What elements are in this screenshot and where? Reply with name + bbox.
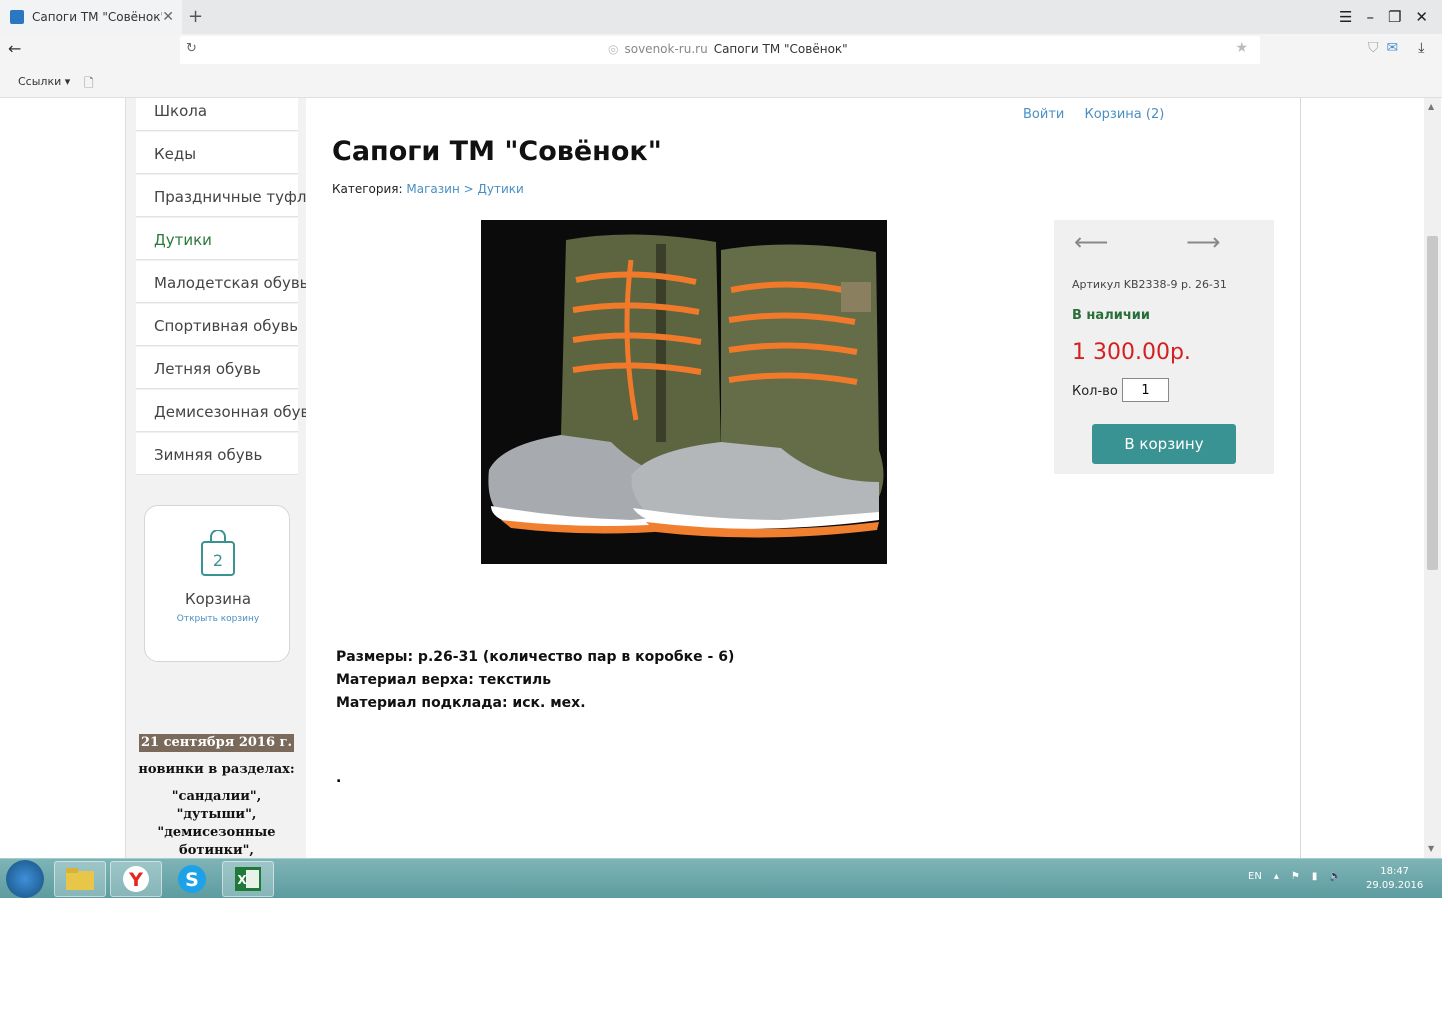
content-border <box>1300 98 1301 858</box>
taskbar-skype-icon[interactable]: S <box>166 861 218 897</box>
tab-title: Сапоги ТМ "Совёнок" <box>32 10 163 24</box>
boots-illustration <box>481 220 887 564</box>
header-cart-link[interactable]: Корзина (2) <box>1084 107 1164 122</box>
open-cart-link[interactable]: Открыть корзину <box>145 614 291 624</box>
login-link[interactable]: Войти <box>1023 107 1064 122</box>
shopping-bag-icon: 2 <box>201 530 235 576</box>
download-icon[interactable]: ⤓ <box>1418 40 1424 56</box>
prev-arrow-icon[interactable]: ⟵ <box>1074 228 1108 256</box>
taskbar: Y S X EN ▴ ⚑ ▮ 🔈 18:47 29.09.2016 <box>0 858 1442 898</box>
description-line-upper: Материал верха: текстиль <box>336 672 552 688</box>
menu-item-sport-shoes[interactable]: Спортивная обувь <box>136 304 298 346</box>
browser-tab-bar: Сапоги ТМ "Совёнок" ✕ + ☰ – ❐ ✕ <box>0 0 1442 34</box>
site-info-icon[interactable]: ◎ <box>608 42 618 56</box>
taskbar-excel-icon[interactable]: X <box>222 861 274 897</box>
page-scrollbar[interactable]: ▲ ▼ <box>1424 98 1441 858</box>
next-arrow-icon[interactable]: ⟶ <box>1186 228 1220 256</box>
minimize-icon[interactable]: – <box>1366 8 1374 26</box>
menu-item-toddler-shoes[interactable]: Малодетская обувь <box>136 261 309 303</box>
news-date: 21 сентября 2016 г. <box>138 734 295 752</box>
taskbar-explorer-icon[interactable] <box>54 861 106 897</box>
header-links: Войти Корзина (2) <box>1023 107 1180 122</box>
product-image[interactable] <box>481 220 887 564</box>
taskbar-yandex-browser-icon[interactable]: Y <box>110 861 162 897</box>
menu-item-sneakers[interactable]: Кеды <box>136 132 298 174</box>
address-bar: ← ↻ ◎ sovenok-ru.ru Сапоги ТМ "Совёнок" ★ <box>0 34 1442 66</box>
cart-count: 2 <box>213 551 223 570</box>
svg-text:X: X <box>237 873 247 887</box>
url-field[interactable]: ↻ ◎ sovenok-ru.ru Сапоги ТМ "Совёнок" ★ <box>180 36 1260 64</box>
bookmark-star-icon[interactable]: ★ <box>1235 40 1248 56</box>
svg-text:S: S <box>185 869 199 891</box>
clock-time: 18:47 <box>1380 866 1410 877</box>
shield-icon[interactable]: ⛉ <box>1368 40 1379 56</box>
system-clock[interactable]: 18:47 29.09.2016 <box>1366 865 1423 893</box>
news-subtitle: новинки в разделах: <box>138 762 295 777</box>
news-block: 21 сентября 2016 г. новинки в разделах: … <box>126 734 307 858</box>
bookmarks-links-menu[interactable]: Ссылки ▾ <box>18 75 70 88</box>
close-window-icon[interactable]: ✕ <box>1415 8 1428 26</box>
url-page-title: Сапоги ТМ "Совёнок" <box>713 42 848 56</box>
main-content: Войти Корзина (2) Сапоги ТМ "Совёнок" Ка… <box>306 98 1301 858</box>
restore-icon[interactable]: ❐ <box>1388 8 1401 26</box>
web-page: Школа Кеды Праздничные туфли Дутики Мало… <box>0 98 1442 858</box>
url-domain: sovenok-ru.ru <box>624 42 708 56</box>
availability-status: В наличии <box>1072 308 1150 323</box>
quantity-input[interactable] <box>1122 378 1169 402</box>
add-to-cart-button[interactable]: В корзину <box>1092 424 1236 464</box>
url-text: ◎ sovenok-ru.ru Сапоги ТМ "Совёнок" <box>608 42 848 56</box>
menu-item-winter-shoes[interactable]: Зимняя обувь <box>136 433 298 475</box>
cart-title: Корзина <box>184 590 252 608</box>
svg-text:Y: Y <box>128 869 143 891</box>
menu-item-summer-shoes[interactable]: Летняя обувь <box>136 347 298 389</box>
product-price: 1 300.00р. <box>1072 340 1191 365</box>
bookmark-file-icon[interactable]: 🗋 <box>84 74 94 95</box>
extension-icons: ⛉ ✉ ⤓ <box>1368 40 1424 56</box>
menu-item-snow-boots[interactable]: Дутики <box>136 218 298 260</box>
window-controls: ☰ – ❐ ✕ <box>1339 8 1428 26</box>
scroll-up-icon[interactable]: ▲ <box>1428 102 1434 111</box>
close-tab-icon[interactable]: ✕ <box>162 9 174 25</box>
scroll-down-icon[interactable]: ▼ <box>1428 844 1434 853</box>
breadcrumb: Категория: Магазин > Дутики <box>332 182 524 196</box>
bookmarks-bar: Ссылки ▾ 🗋 <box>0 66 1442 98</box>
product-description: Размеры: р.26-31 (количество пар в короб… <box>336 646 734 715</box>
category-label: Категория: <box>332 182 403 196</box>
menu-item-festive-shoes[interactable]: Праздничные туфли <box>136 175 316 217</box>
action-center-flag-icon[interactable]: ⚑ <box>1291 871 1300 882</box>
start-button-icon[interactable] <box>6 860 44 898</box>
description-line-lining: Материал подклада: иск. мех. <box>336 695 586 711</box>
volume-icon[interactable]: 🔈 <box>1329 871 1341 882</box>
battery-icon[interactable]: ▮ <box>1312 871 1318 882</box>
product-sku: Артикул KB2338-9 р. 26-31 <box>1072 278 1227 291</box>
product-title: Сапоги ТМ "Совёнок" <box>332 136 662 167</box>
system-tray: EN ▴ ⚑ ▮ 🔈 <box>1248 871 1342 882</box>
quantity-label: Кол-во <box>1072 384 1118 399</box>
scroll-thumb[interactable] <box>1427 236 1438 570</box>
browser-tab[interactable]: Сапоги ТМ "Совёнок" ✕ <box>0 0 182 34</box>
new-tab-icon[interactable]: + <box>188 6 203 27</box>
menu-icon[interactable]: ☰ <box>1339 8 1352 26</box>
description-trailing-dot: . <box>336 770 342 786</box>
site-favicon-icon <box>10 10 24 24</box>
mail-icon[interactable]: ✉ <box>1387 40 1399 56</box>
language-indicator[interactable]: EN <box>1248 871 1262 882</box>
menu-item-school[interactable]: Школа <box>136 98 298 131</box>
tray-expand-icon[interactable]: ▴ <box>1274 871 1279 882</box>
buy-box: ⟵ ⟶ Артикул KB2338-9 р. 26-31 В наличии … <box>1054 220 1274 474</box>
category-path-link[interactable]: Магазин > Дутики <box>406 182 523 196</box>
clock-date: 29.09.2016 <box>1366 880 1424 891</box>
sidebar: Школа Кеды Праздничные туфли Дутики Мало… <box>125 98 318 858</box>
cart-widget[interactable]: 2 Корзина Открыть корзину <box>144 505 290 662</box>
back-arrow-icon[interactable]: ← <box>8 39 21 58</box>
description-line-sizes: Размеры: р.26-31 (количество пар в короб… <box>336 649 735 665</box>
menu-item-demiseason-shoes[interactable]: Демисезонная обувь <box>136 390 318 432</box>
reload-icon[interactable]: ↻ <box>186 41 197 56</box>
news-text: "сандалии", "дутыши", "демисезонные боти… <box>157 789 276 858</box>
